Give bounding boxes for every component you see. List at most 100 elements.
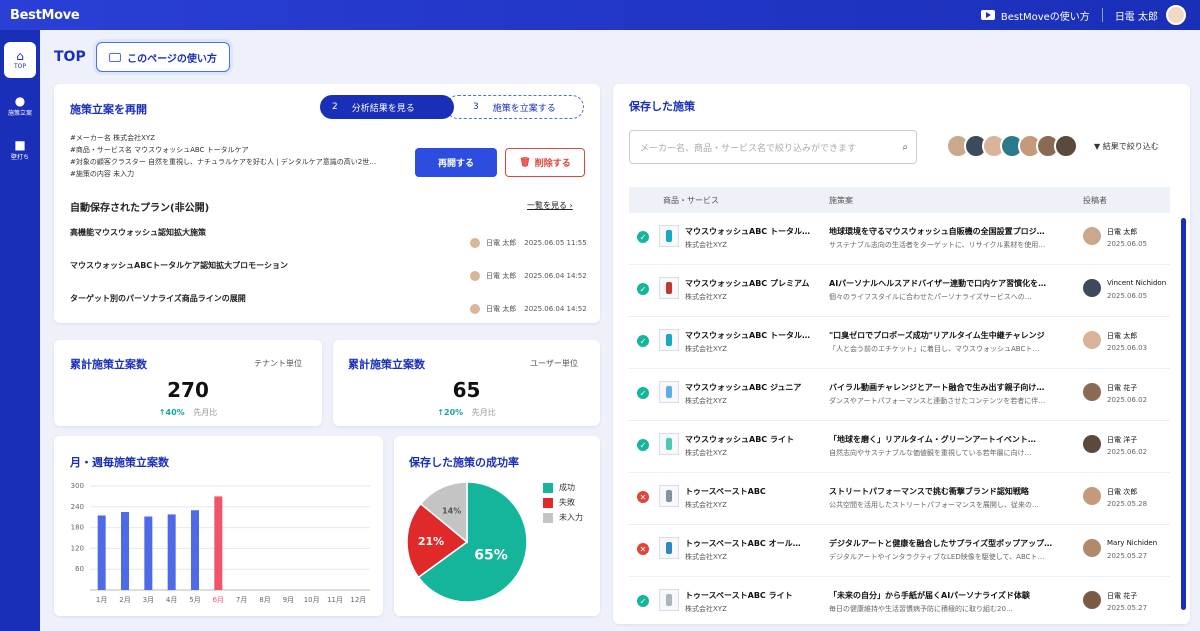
product-thumbnail	[659, 381, 679, 403]
column-header-policy: 施策案	[829, 196, 853, 205]
table-row[interactable]: ✕ トゥースペーストABC オール… 株式会社XYZ デジタルアートと健康を融合したサ…	[629, 525, 1170, 577]
user-name[interactable]: 日電 太郎	[1115, 8, 1158, 23]
table-row[interactable]: ✓ マウスウォッシュABC トータル… 株式会社XYZ 地球環境を守るマウスウォッシュ…	[629, 213, 1170, 265]
x-tick-label: 11月	[327, 596, 343, 604]
success-pie-chart: 65% 21% 14%	[406, 481, 528, 603]
view-all-label: 一覧を見る	[527, 201, 567, 210]
x-tick-label: 6月	[213, 596, 224, 604]
step-3[interactable]: 3 施策を立案する	[446, 95, 584, 119]
bar[interactable]	[191, 510, 199, 590]
author-name: Mary Nichiden	[1107, 539, 1158, 547]
pie-label: 65%	[474, 547, 508, 563]
scrollbar[interactable]	[1181, 218, 1186, 610]
video-icon	[980, 10, 995, 20]
help-link[interactable]: BestMoveの使い方	[1001, 8, 1090, 23]
table-row[interactable]: ✓ マウスウォッシュABC ジュニア 株式会社XYZ バイラル動画チャレンジとアート融…	[629, 369, 1170, 421]
stat-change-value: ↑20%	[437, 408, 464, 417]
plan-item-title[interactable]: マウスウォッシュABCトータルケア認知拡大プロモーション	[70, 260, 288, 271]
stat-unit: ユーザー単位	[530, 359, 578, 368]
author-avatar	[1083, 435, 1101, 453]
policy-title: デジタルアートと健康を融合したサプライズ型ポップアップ…	[829, 539, 1053, 548]
legend-label: 成功	[559, 483, 575, 492]
author-name: Vincent Nichidon	[1107, 279, 1167, 287]
x-tick-label: 8月	[259, 596, 270, 604]
author-name: 日電 花子	[1107, 592, 1138, 600]
post-date: 2025.06.05	[1107, 292, 1148, 300]
bar[interactable]	[121, 512, 129, 590]
y-tick-label: 240	[71, 503, 84, 511]
filter-button[interactable]: ▼ 結果で絞り込む	[1094, 141, 1159, 152]
howto-button[interactable]: このページの使い方	[96, 42, 230, 72]
x-tick-label: 7月	[236, 596, 247, 604]
author-avatar	[1083, 227, 1101, 245]
sidebar-item-label: 壁打ち	[10, 154, 29, 161]
legend-label: 失敗	[559, 498, 575, 507]
app-logo[interactable]: BestMove	[10, 8, 80, 23]
x-tick-label: 9月	[283, 596, 294, 604]
policy-description: 公共空間を活用したストリートパフォーマンスを展開し、従来の…	[829, 501, 1039, 509]
filter-label: 結果で絞り込む	[1102, 142, 1159, 151]
author-name: 日電 太郎	[1107, 228, 1138, 236]
step-2[interactable]: 2 分析結果を見る	[320, 95, 454, 119]
stat-value: 65	[452, 378, 481, 402]
search-input[interactable]: メーカー名、商品・サービス名で絞り込みができます ⌕	[629, 130, 917, 164]
video-icon	[109, 52, 122, 62]
legend-success: 成功	[543, 482, 575, 493]
howto-button-label: このページの使い方	[127, 53, 217, 65]
policy-description: 個々のライフスタイルに合わせたパーソナライズサービスへの…	[829, 293, 1032, 301]
meta-cluster: #対象の顧客クラスター 自然を重視し、ナチュラルケアを好む人 | デンタルケア意…	[70, 158, 377, 166]
policy-title: 「地球を磨く」リアルタイム・グリーンアートイベント…	[829, 435, 1036, 444]
y-tick-label: 120	[71, 544, 84, 552]
sidebar-item-planning[interactable]: ● 施策立案	[4, 88, 36, 124]
saved-title: 保存した施策	[629, 100, 695, 113]
monthly-bar-chart: 60 120 180 240 300 1月 2月 3月 4月 5月 6月 7月 8月 9月 10月 11月 12…	[71, 482, 370, 604]
plan-item-title[interactable]: 高機能マウスウォッシュ認知拡大施策	[70, 227, 206, 238]
product-name: マウスウォッシュABC トータル…	[685, 331, 810, 340]
x-tick-label: 4月	[166, 596, 177, 604]
bar[interactable]	[214, 496, 223, 590]
product-company: 株式会社XYZ	[685, 345, 727, 353]
step-label: 分析結果を見る	[351, 103, 415, 114]
table-row[interactable]: ✓ マウスウォッシュABC プレミアム 株式会社XYZ AIパーソナルヘルスアドバイザ…	[629, 265, 1170, 317]
sidebar-item-label: TOP	[13, 63, 26, 70]
policy-title: ストリートパフォーマンスで挑む衝撃ブランド認知戦略	[829, 487, 1029, 496]
sidebar-item-chat[interactable]: ■ 壁打ち	[4, 132, 36, 168]
bar[interactable]	[167, 514, 176, 590]
view-all-link[interactable]: 一覧を見る ›	[527, 200, 573, 211]
post-date: 2025.06.05	[1107, 240, 1148, 248]
success-chart-title: 保存した施策の成功率	[409, 456, 519, 469]
plan-item-title[interactable]: ターゲット別のパーソナライズ商品ラインの展開	[70, 293, 246, 304]
table-row[interactable]: ✓ マウスウォッシュABC トータル… 株式会社XYZ "口臭ゼロでプロポーズ成功"リ…	[629, 317, 1170, 369]
policy-description: 毎日の健康維持や生活習慣病予防に積極的に取り組む20…	[829, 605, 1013, 613]
product-thumbnail	[659, 589, 679, 611]
bar[interactable]	[97, 515, 106, 590]
product-company: 株式会社XYZ	[685, 397, 727, 405]
product-thumbnail	[659, 485, 679, 507]
x-icon: ✕	[637, 491, 649, 503]
search-placeholder: メーカー名、商品・サービス名で絞り込みができます	[640, 143, 857, 154]
table-row[interactable]: ✕ トゥースペーストABC 株式会社XYZ ストリートパフォーマンスで挑む衝撃ブランド…	[629, 473, 1170, 525]
delete-button[interactable]: 🗑 削除する	[505, 148, 585, 177]
search-icon[interactable]: ⌕	[902, 142, 908, 153]
legend-swatch	[543, 497, 553, 508]
plan-author: 日電 太郎	[486, 305, 517, 313]
user-avatar[interactable]	[1166, 5, 1186, 25]
x-tick-label: 2月	[119, 596, 130, 604]
resume-button[interactable]: 再開する	[415, 148, 497, 177]
product-company: 株式会社XYZ	[685, 553, 727, 561]
stat-title: 累計施策立案数	[348, 358, 425, 371]
table-row[interactable]: ✓ マウスウォッシュABC ライト 株式会社XYZ 「地球を磨く」リアルタイム・グリー…	[629, 421, 1170, 473]
author-avatar	[470, 304, 480, 314]
sidebar-item-top[interactable]: ⌂ TOP	[4, 42, 36, 78]
legend-swatch	[543, 482, 553, 493]
author-avatar	[1083, 279, 1101, 297]
product-thumbnail	[659, 433, 679, 455]
product-company: 株式会社XYZ	[685, 293, 727, 301]
check-icon: ✓	[637, 335, 649, 347]
bar[interactable]	[144, 516, 153, 590]
filter-icon: ▼	[1094, 142, 1101, 151]
avatar[interactable]	[1054, 134, 1078, 158]
resume-title: 施策立案を再開	[70, 103, 147, 116]
product-company: 株式会社XYZ	[685, 501, 727, 509]
table-row[interactable]: ✓ トゥースペーストABC ライト 株式会社XYZ 「未来の自分」から手紙が届くAIパ…	[629, 577, 1170, 629]
